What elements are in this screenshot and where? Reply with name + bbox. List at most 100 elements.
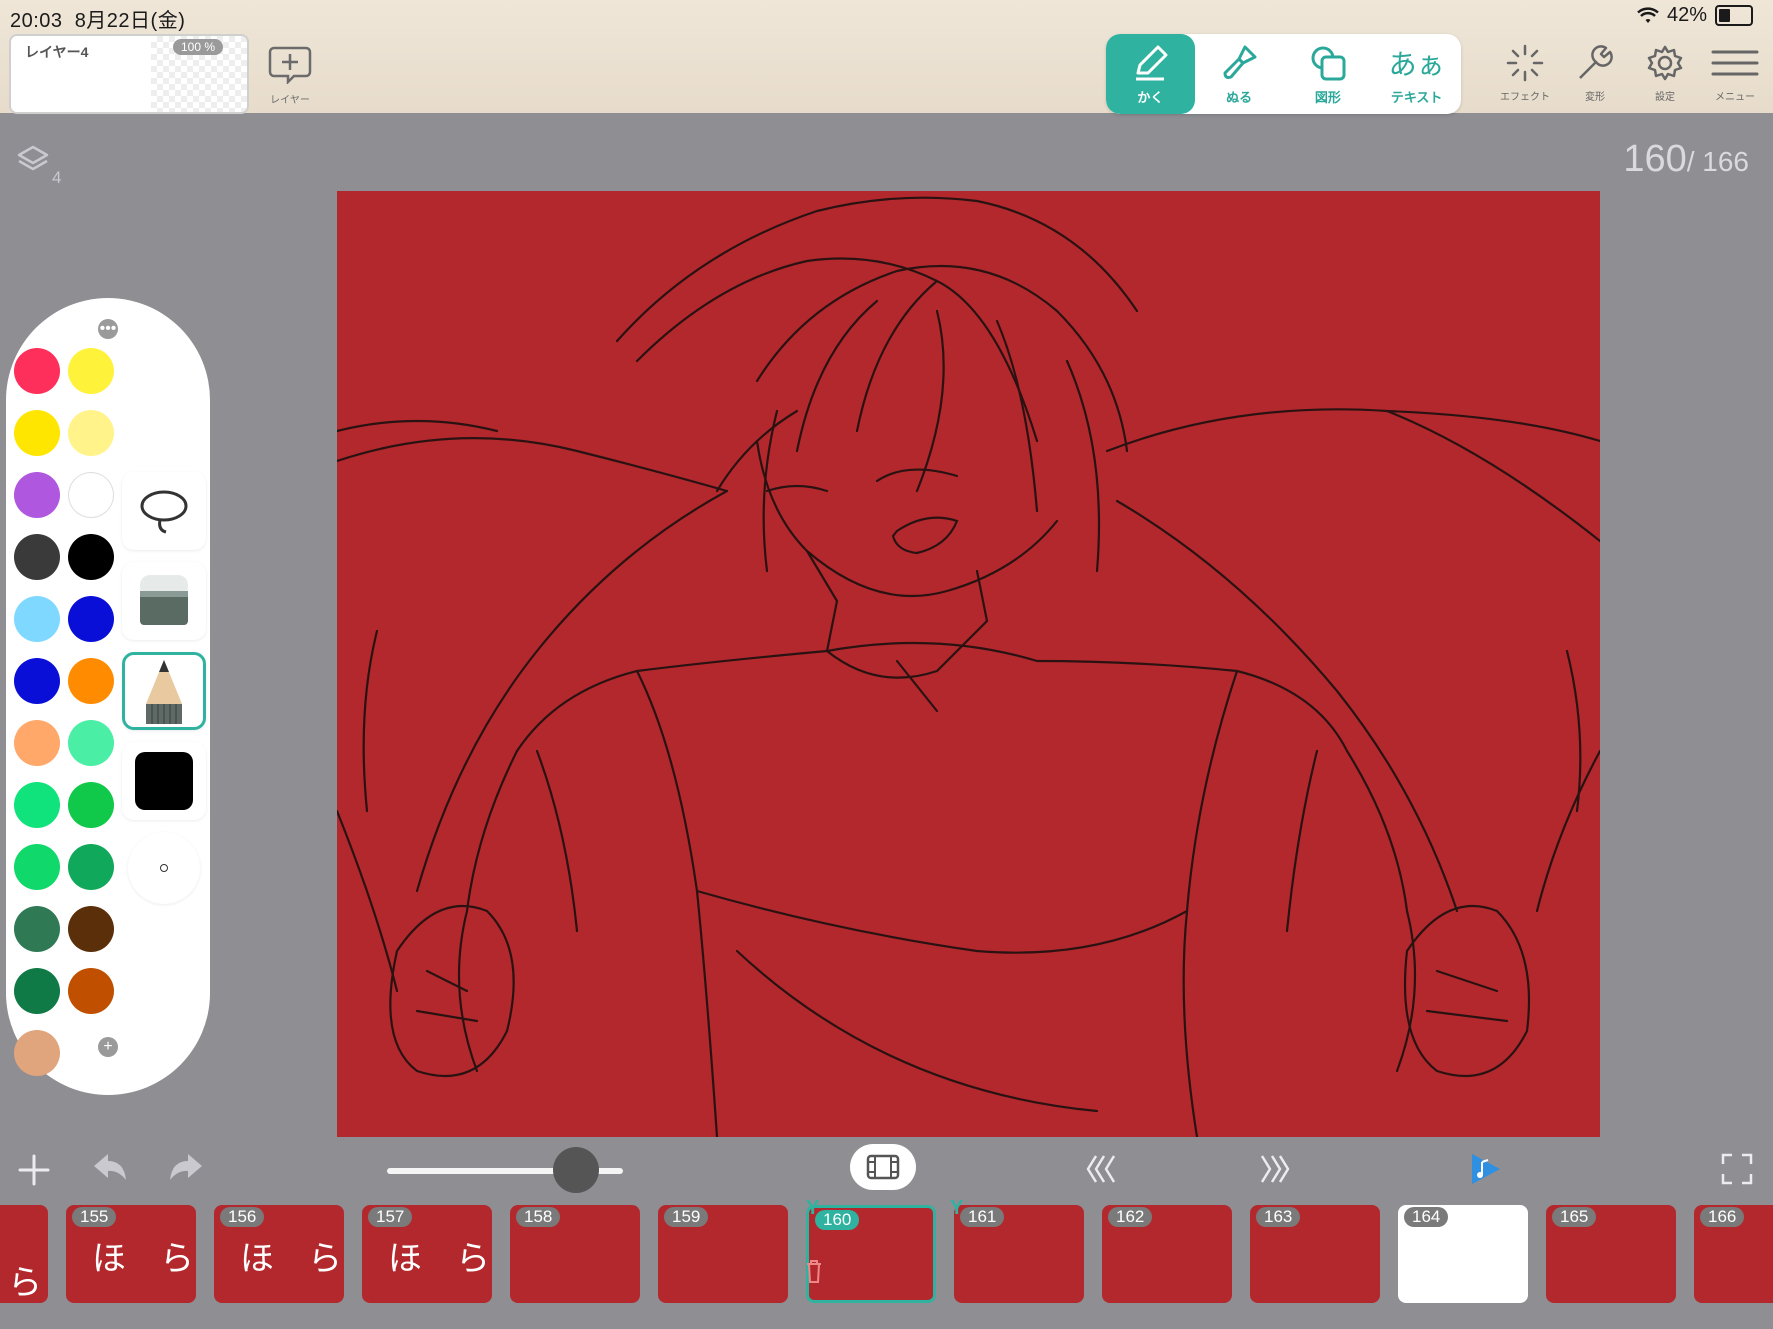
film-view-button[interactable] [850, 1144, 916, 1190]
film-frame[interactable]: 161 [954, 1205, 1084, 1303]
color-swatch[interactable] [68, 534, 114, 580]
next-frame-icon[interactable] [1258, 1152, 1292, 1186]
color-swatch[interactable] [68, 906, 114, 952]
film-frame[interactable]: 164 [1398, 1205, 1528, 1303]
delete-frame-icon[interactable] [804, 1258, 824, 1284]
color-swatch[interactable] [14, 658, 60, 704]
color-swatch[interactable] [68, 472, 114, 518]
film-frame[interactable]: 166 [1694, 1205, 1773, 1303]
color-swatch[interactable] [14, 782, 60, 828]
effect-label: エフェクト [1500, 92, 1550, 103]
color-swatch[interactable] [14, 596, 60, 642]
film-frame[interactable]: 157 ほ ら [362, 1205, 492, 1303]
color-swatch[interactable] [14, 410, 60, 456]
lasso-icon [140, 490, 188, 534]
current-layer-card[interactable]: レイヤー4 100 % [9, 34, 249, 114]
frame-number: 160 [815, 1210, 860, 1230]
tool-shape-label: 図形 [1314, 89, 1341, 105]
film-frame[interactable]: 159 [658, 1205, 788, 1303]
tool-shape[interactable]: 図形 [1284, 34, 1373, 114]
status-indicators: 42% [1637, 4, 1753, 27]
right-toolbar: エフェクト 変形 設定 メニュー [1490, 44, 1770, 103]
frame-glyph: ほ ら [388, 1239, 490, 1279]
play-music-icon[interactable] [1468, 1150, 1504, 1188]
settings-button[interactable]: 設定 [1630, 44, 1700, 103]
color-swatch[interactable] [68, 782, 114, 828]
frame-number: 158 [516, 1207, 561, 1227]
frame-number: 156 [220, 1207, 265, 1227]
frame-glyph: ら [8, 1263, 42, 1303]
status-date: 8月22日(金) [74, 10, 186, 32]
color-swatch[interactable] [68, 596, 114, 642]
wrench-icon [1579, 45, 1613, 79]
color-swatch[interactable] [68, 348, 114, 394]
color-swatch[interactable] [68, 968, 114, 1014]
current-color-swatch [135, 752, 193, 810]
color-swatch[interactable] [14, 534, 60, 580]
add-color-button[interactable]: + [98, 1037, 118, 1057]
layers-panel-toggle[interactable]: 4 [16, 144, 61, 187]
add-frame-icon[interactable] [16, 1152, 52, 1188]
frame-number: 157 [368, 1207, 413, 1227]
frame-number: 163 [1256, 1207, 1301, 1227]
shape-icon [1311, 46, 1346, 80]
eraser-tool-tile[interactable] [122, 562, 206, 640]
film-frame[interactable]: 160 [806, 1205, 936, 1303]
color-swatch[interactable] [14, 472, 60, 518]
tool-text[interactable]: あぁ テキスト [1372, 34, 1461, 114]
eraser-icon [140, 575, 188, 625]
color-swatch[interactable] [14, 906, 60, 952]
color-swatch[interactable] [68, 658, 114, 704]
film-frame[interactable]: 156 ほ ら [214, 1205, 344, 1303]
add-layer-button[interactable]: レイヤー [263, 44, 317, 106]
onion-marker-right[interactable]: Y [950, 1197, 964, 1219]
tool-draw[interactable]: かく [1106, 34, 1195, 114]
color-swatch[interactable] [14, 968, 60, 1014]
color-swatch[interactable] [14, 720, 60, 766]
previous-frame-icon[interactable] [1084, 1152, 1118, 1186]
frame-number: 162 [1108, 1207, 1153, 1227]
redo-icon[interactable] [166, 1150, 206, 1186]
settings-label: 設定 [1655, 92, 1675, 103]
menu-button[interactable]: メニュー [1700, 44, 1770, 103]
lasso-tool-tile[interactable] [122, 472, 206, 550]
film-frame[interactable]: 158 [510, 1205, 640, 1303]
color-swatch[interactable] [14, 1030, 60, 1076]
tool-fill[interactable]: ぬる [1195, 34, 1284, 114]
transform-button[interactable]: 変形 [1560, 44, 1630, 103]
undo-icon[interactable] [90, 1150, 130, 1186]
frame-glyph: ほ ら [240, 1239, 342, 1279]
color-swatch[interactable] [68, 844, 114, 890]
gear-icon [1647, 45, 1683, 81]
film-frame[interactable]: 162 [1102, 1205, 1232, 1303]
color-swatch[interactable] [68, 720, 114, 766]
color-swatch[interactable] [68, 410, 114, 456]
pencil-tool-tile[interactable] [122, 652, 206, 730]
layers-stack-icon [17, 145, 49, 171]
frame-counter: 160/ 166 [1623, 138, 1749, 181]
film-frame[interactable]: ら [0, 1205, 48, 1303]
color-swatch[interactable] [14, 348, 60, 394]
color-swatch[interactable] [14, 844, 60, 890]
palette-options-button[interactable]: ••• [98, 319, 118, 339]
add-layer-label: レイヤー [270, 95, 310, 106]
effect-button[interactable]: エフェクト [1490, 44, 1560, 103]
brush-size-button[interactable] [128, 832, 200, 904]
drawing-canvas[interactable] [335, 191, 1602, 1139]
menu-label: メニュー [1715, 92, 1755, 103]
battery-icon [1715, 5, 1753, 26]
film-frame[interactable]: 165 [1546, 1205, 1676, 1303]
frame-number: 155 [72, 1207, 117, 1227]
film-frame[interactable]: 155 ほ ら [66, 1205, 196, 1303]
current-color-tile[interactable] [122, 742, 206, 820]
frame-number: 161 [960, 1207, 1005, 1227]
frame-number: 164 [1404, 1207, 1449, 1227]
status-clock: 20:03 [10, 10, 63, 32]
frame-number: 165 [1552, 1207, 1597, 1227]
fullscreen-icon[interactable] [1720, 1152, 1754, 1186]
playback-speed-knob[interactable] [552, 1147, 599, 1193]
transform-label: 変形 [1585, 92, 1605, 103]
film-frame[interactable]: 163 [1250, 1205, 1380, 1303]
onion-marker-left[interactable]: Y [806, 1197, 820, 1219]
layer-opacity-badge: 100 % [173, 39, 224, 55]
